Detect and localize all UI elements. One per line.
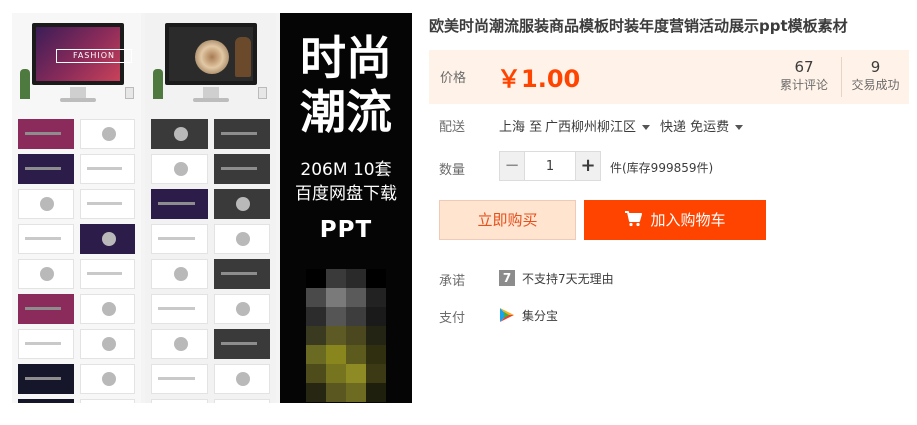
- slide-thumb: [213, 399, 270, 403]
- poster-title-2: 潮流: [300, 85, 392, 139]
- slide-thumb: [213, 154, 270, 184]
- quantity-label: 数量: [439, 163, 466, 178]
- buy-now-button[interactable]: 立即购买: [439, 200, 576, 240]
- monitor-mockup: FASHION: [20, 21, 134, 113]
- slide-thumb: [213, 259, 270, 289]
- slide-thumb: [18, 259, 74, 289]
- slide-thumb: [79, 294, 135, 324]
- slide-thumb: [79, 364, 135, 394]
- slide-thumb: [213, 364, 270, 394]
- jifenbao-icon: [500, 308, 514, 322]
- sales-count-label: 交易成功: [851, 78, 900, 92]
- ship-method: 快递 免运费: [660, 120, 730, 135]
- promise-label: 承诺: [439, 274, 466, 289]
- poster-size-count: 206M 10套: [300, 160, 392, 180]
- poster-download: 百度网盘下载: [295, 184, 397, 204]
- slide-thumb: [79, 329, 135, 359]
- slide-thumb: [151, 364, 208, 394]
- payment-text: 集分宝: [522, 309, 559, 323]
- chevron-down-icon: [735, 125, 744, 130]
- monitor-mockup: [153, 21, 267, 113]
- shipping-label: 配送: [439, 120, 466, 135]
- slide-thumb: [151, 119, 208, 149]
- slide-thumb: [151, 259, 208, 289]
- slide-thumb: [79, 119, 135, 149]
- slide-thumb: [79, 399, 135, 403]
- sales-count-stat[interactable]: 9 交易成功: [841, 57, 909, 97]
- slide-thumb: [18, 224, 74, 254]
- poster-title-1: 时尚: [300, 31, 392, 85]
- promise-text: 不支持7天无理由: [522, 272, 614, 286]
- slide-thumb: [213, 189, 270, 219]
- cup-icon: [125, 87, 134, 99]
- increase-button[interactable]: +: [575, 151, 601, 181]
- price-panel: 价格 ￥1.00 67 累计评论 9 交易成功: [429, 50, 909, 104]
- slide-thumb: [151, 154, 208, 184]
- slide-thumb: [151, 399, 208, 403]
- slide-thumb: [18, 189, 74, 219]
- plant-icon: [153, 69, 163, 99]
- stock-info: 件(库存999859件): [610, 161, 714, 175]
- plant-icon: [20, 69, 30, 99]
- review-count-label: 累计评论: [779, 78, 828, 92]
- slide-thumb: [79, 189, 135, 219]
- quantity-stepper: − +: [499, 151, 601, 181]
- seven-day-icon: 7: [499, 270, 515, 286]
- cup-icon: [258, 87, 267, 99]
- slide-thumb: [18, 294, 74, 324]
- slide-thumb: [151, 189, 208, 219]
- price-value: ￥1.00: [497, 65, 581, 93]
- monitor-label: FASHION: [56, 49, 132, 63]
- quantity-input[interactable]: [525, 151, 575, 181]
- slide-thumb: [213, 294, 270, 324]
- slide-thumb: [79, 224, 135, 254]
- slide-thumb: [151, 224, 208, 254]
- add-to-cart-label: 加入购物车: [650, 211, 726, 229]
- ship-from: 上海 至: [499, 120, 543, 135]
- ship-method-dropdown[interactable]: 快递 免运费: [660, 116, 744, 135]
- slide-thumb: [18, 154, 74, 184]
- decrease-button[interactable]: −: [499, 151, 525, 181]
- slide-thumb: [79, 259, 135, 289]
- slide-thumb: [18, 119, 74, 149]
- slide-thumb: [213, 224, 270, 254]
- pixelated-image: [306, 269, 386, 403]
- slide-thumb: [213, 329, 270, 359]
- review-count-stat[interactable]: 67 累计评论: [769, 57, 839, 97]
- add-to-cart-button[interactable]: 加入购物车: [584, 200, 766, 240]
- ship-destination-dropdown[interactable]: 广西柳州柳江区: [545, 116, 651, 135]
- sales-count: 9: [870, 58, 881, 76]
- slide-thumb: [18, 399, 74, 403]
- review-count: 67: [794, 58, 814, 76]
- payment-label: 支付: [439, 311, 466, 326]
- chevron-down-icon: [642, 125, 651, 130]
- preview-column-light: FASHION: [12, 13, 141, 403]
- slide-thumb: [18, 329, 74, 359]
- product-image[interactable]: FASHION 时尚 潮流 206M 10套 百度网盘下载 PPT: [12, 13, 412, 403]
- product-title: 欧美时尚潮流服装商品模板时装年度营销活动展示ppt模板素材: [429, 17, 848, 35]
- slide-thumb: [151, 329, 208, 359]
- cart-icon: [625, 211, 643, 227]
- slide-thumb: [79, 154, 135, 184]
- slide-thumb: [18, 364, 74, 394]
- poster-ppt: PPT: [319, 217, 373, 243]
- price-label: 价格: [440, 71, 467, 86]
- slide-thumb: [213, 119, 270, 149]
- promo-poster: 时尚 潮流 206M 10套 百度网盘下载 PPT: [280, 13, 412, 403]
- preview-column-dark: [145, 13, 276, 403]
- slide-thumb: [151, 294, 208, 324]
- ship-destination: 广西柳州柳江区: [545, 120, 637, 135]
